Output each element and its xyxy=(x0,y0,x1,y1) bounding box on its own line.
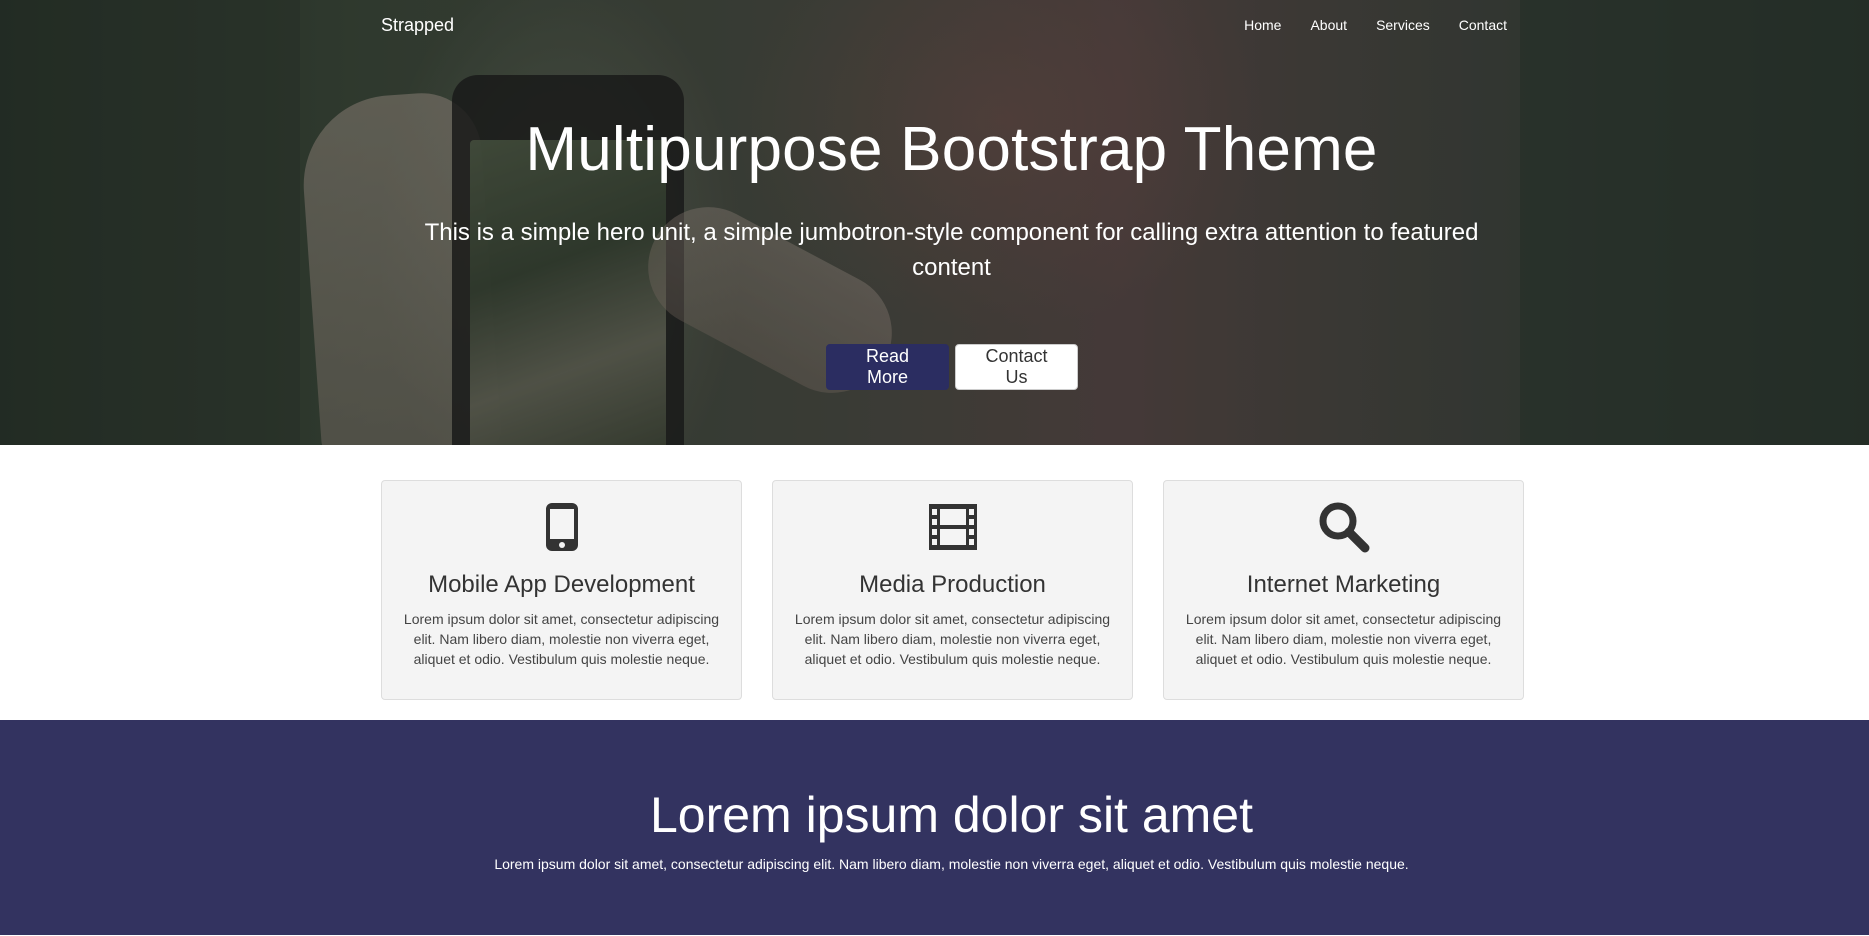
contact-us-button[interactable]: Contact Us xyxy=(955,344,1078,390)
nav-link-home[interactable]: Home xyxy=(1244,17,1281,33)
nav-links: Home About Services Contact xyxy=(1244,17,1507,33)
brand-link[interactable]: Strapped xyxy=(381,15,454,36)
search-icon xyxy=(1164,501,1523,553)
band-text: Lorem ipsum dolor sit amet, consectetur … xyxy=(494,856,1409,872)
mobile-phone-icon xyxy=(382,501,741,553)
feature-title: Media Production xyxy=(859,571,1046,598)
nav-link-contact[interactable]: Contact xyxy=(1459,17,1507,33)
film-icon xyxy=(773,501,1132,553)
feature-card-marketing: Internet Marketing Lorem ipsum dolor sit… xyxy=(1163,480,1524,700)
band-title: Lorem ipsum dolor sit amet xyxy=(649,787,1253,843)
feature-text: Lorem ipsum dolor sit amet, consectetur … xyxy=(403,611,720,667)
hero-subtitle: This is a simple hero unit, a simple jum… xyxy=(424,219,1479,281)
hero-section: Strapped Home About Services Contact Mul… xyxy=(0,0,1869,445)
feature-title: Mobile App Development xyxy=(428,571,695,598)
nav-link-about[interactable]: About xyxy=(1310,17,1347,33)
features-section: Mobile App Development Lorem ipsum dolor… xyxy=(381,480,1524,700)
nav-link-services[interactable]: Services xyxy=(1376,17,1430,33)
hero-buttons: Read More Contact Us xyxy=(826,344,1078,390)
feature-card-media: Media Production Lorem ipsum dolor sit a… xyxy=(772,480,1133,700)
read-more-button[interactable]: Read More xyxy=(826,344,949,390)
hero-background-right xyxy=(1520,0,1869,445)
feature-title: Internet Marketing xyxy=(1246,571,1441,598)
feature-text: Lorem ipsum dolor sit amet, consectetur … xyxy=(794,611,1111,667)
hero-title: Multipurpose Bootstrap Theme xyxy=(525,115,1378,184)
feature-card-mobile: Mobile App Development Lorem ipsum dolor… xyxy=(381,480,742,700)
top-navbar: Strapped Home About Services Contact xyxy=(0,0,1869,52)
feature-text: Lorem ipsum dolor sit amet, consectetur … xyxy=(1185,611,1502,667)
